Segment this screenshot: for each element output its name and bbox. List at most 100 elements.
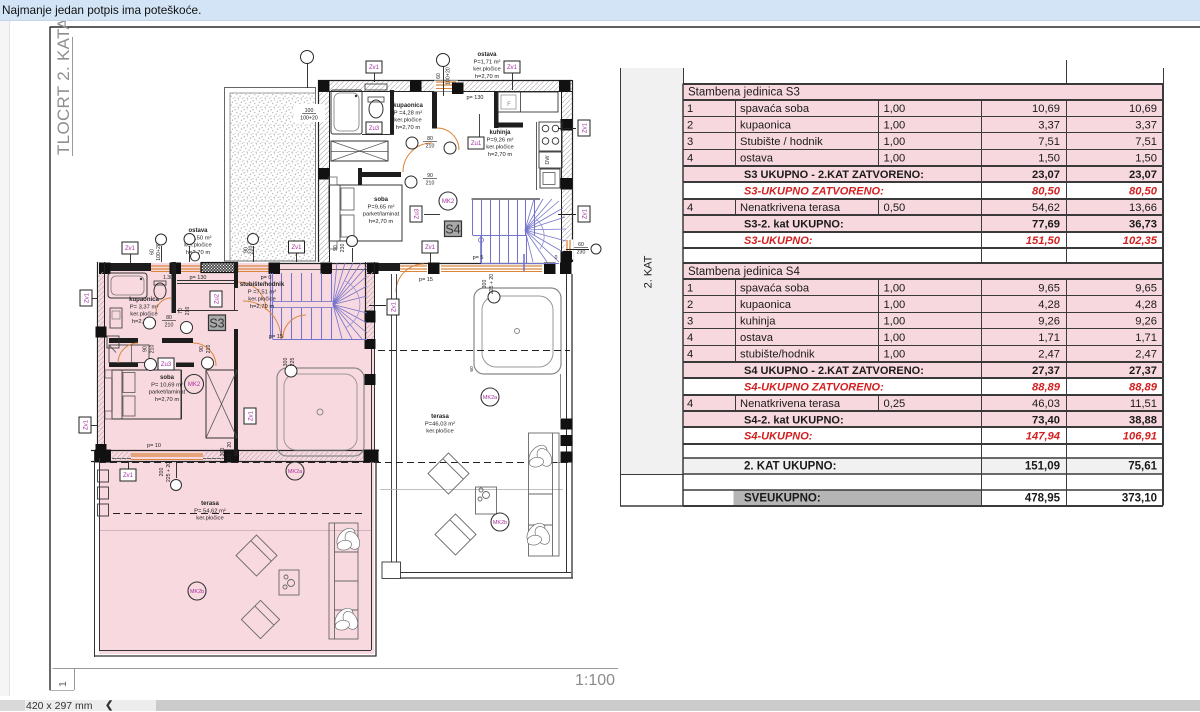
svg-text:h=2,70 m: h=2,70 m	[250, 304, 275, 310]
svg-text:Zv1: Zv1	[85, 292, 91, 303]
svg-text:27,37: 27,37	[1032, 365, 1060, 377]
svg-text:ker.pločice: ker.pločice	[248, 297, 275, 303]
svg-text:terasa: terasa	[201, 501, 219, 507]
svg-text:MK2b: MK2b	[493, 520, 507, 526]
svg-text:36,73: 36,73	[1129, 218, 1157, 230]
svg-text:77,69: 77,69	[1032, 218, 1060, 230]
svg-text:210: 210	[150, 345, 156, 354]
svg-text:p= 10: p= 10	[147, 443, 161, 449]
svg-text:p= 0: p= 0	[261, 275, 272, 281]
svg-text:1,00: 1,00	[884, 299, 906, 311]
svg-text:ker.pločice: ker.pločice	[130, 312, 157, 318]
svg-text:9,65: 9,65	[1038, 283, 1060, 295]
svg-text:80,50: 80,50	[1129, 185, 1158, 197]
svg-text:h=2,70 m: h=2,70 m	[396, 125, 421, 131]
svg-text:1,00: 1,00	[884, 283, 906, 295]
svg-text:23,07: 23,07	[1129, 169, 1157, 181]
svg-text:Zv1: Zv1	[583, 122, 589, 133]
svg-text:h=2,70 m: h=2,70 m	[155, 397, 180, 403]
svg-text:1,00: 1,00	[884, 136, 906, 148]
svg-text:4,28: 4,28	[1038, 299, 1060, 311]
svg-text:Zv1: Zv1	[583, 208, 589, 219]
svg-text:27,37: 27,37	[1129, 365, 1157, 377]
svg-text:75,61: 75,61	[1128, 461, 1157, 473]
svg-text:p= 5: p= 5	[473, 255, 484, 261]
svg-text:Zv1: Zv1	[369, 65, 380, 71]
svg-text:P= 54,62 m²: P= 54,62 m²	[194, 508, 226, 514]
svg-text:stubište/hodnik: stubište/hodnik	[740, 348, 815, 360]
svg-text:100+20: 100+20	[300, 116, 318, 122]
svg-text:ker.pločice: ker.pločice	[196, 516, 223, 522]
svg-text:300: 300	[482, 280, 488, 289]
svg-text:1: 1	[687, 283, 693, 295]
svg-text:0,25: 0,25	[884, 398, 906, 410]
svg-text:MK2: MK2	[188, 382, 201, 388]
svg-text:151,50: 151,50	[1026, 235, 1061, 247]
svg-text:1,71: 1,71	[1135, 332, 1157, 344]
svg-text:h=2,70 m: h=2,70 m	[475, 74, 500, 80]
svg-text:ker.pločice: ker.pločice	[426, 429, 453, 435]
svg-text:kupaonica: kupaonica	[740, 299, 792, 311]
svg-text:4: 4	[687, 348, 693, 360]
svg-text:2: 2	[687, 299, 693, 311]
svg-text:MK2b: MK2b	[190, 589, 204, 595]
svg-text:9,26: 9,26	[1038, 316, 1060, 328]
svg-text:90: 90	[427, 173, 433, 179]
svg-text:Zu3: Zu3	[415, 208, 421, 219]
svg-text:54,62: 54,62	[1032, 202, 1060, 214]
svg-text:ker.pločice: ker.pločice	[486, 145, 513, 151]
svg-text:200: 200	[159, 468, 165, 477]
svg-text:parket/laminat: parket/laminat	[363, 212, 400, 218]
svg-text:S3 UKUPNO - 2.KAT ZATVORENO:: S3 UKUPNO - 2.KAT ZATVORENO:	[744, 169, 924, 181]
svg-text:ostava: ostava	[188, 228, 208, 234]
svg-text:S3-UKUPNO ZATVORENO:: S3-UKUPNO ZATVORENO:	[744, 185, 884, 197]
svg-text:13,66: 13,66	[1129, 202, 1157, 214]
svg-text:p= 15: p= 15	[269, 334, 283, 340]
svg-text:210: 210	[206, 345, 212, 354]
svg-text:478,95: 478,95	[1025, 493, 1061, 505]
svg-text:P= 10,69 m²: P= 10,69 m²	[151, 382, 183, 388]
svg-text:soba: soba	[374, 197, 389, 203]
svg-text:80: 80	[427, 136, 433, 142]
svg-text:1,00: 1,00	[884, 120, 906, 132]
svg-text:DW: DW	[545, 155, 551, 165]
svg-text:46,03: 46,03	[1032, 398, 1060, 410]
svg-text:1,00: 1,00	[884, 153, 906, 165]
svg-text:MK2a: MK2a	[483, 395, 498, 401]
svg-text:10,69: 10,69	[1129, 103, 1157, 115]
svg-text:P=9,26 m²: P=9,26 m²	[487, 137, 514, 143]
svg-text:9,26: 9,26	[1135, 316, 1157, 328]
svg-text:P=46,03 m²: P=46,03 m²	[425, 421, 455, 427]
svg-text:90: 90	[199, 346, 205, 352]
svg-text:1,00: 1,00	[884, 348, 906, 360]
svg-text:1,50: 1,50	[1038, 153, 1060, 165]
svg-text:Nenatkrivena terasa: Nenatkrivena terasa	[740, 202, 841, 214]
svg-text:4,28: 4,28	[1135, 299, 1157, 311]
svg-text:230: 230	[577, 250, 586, 256]
svg-text:7,51: 7,51	[1135, 136, 1157, 148]
svg-text:1,50: 1,50	[1135, 153, 1157, 165]
svg-text:151,09: 151,09	[1025, 461, 1060, 473]
svg-text:terasa: terasa	[431, 414, 449, 420]
svg-text:kuhinja: kuhinja	[740, 316, 776, 328]
svg-text:147,94: 147,94	[1026, 431, 1061, 443]
svg-text:Zv1: Zv1	[123, 473, 134, 479]
svg-text:soba: soba	[160, 375, 175, 381]
svg-text:p= 130: p= 130	[190, 275, 207, 281]
svg-text:60: 60	[469, 366, 475, 372]
svg-text:Zv1: Zv1	[291, 245, 302, 251]
svg-text:TLOCRT 2. KATA: TLOCRT 2. KATA	[54, 18, 73, 155]
svg-text:300: 300	[220, 448, 226, 457]
svg-text:Zu1: Zu1	[471, 141, 482, 147]
svg-text:Zv1: Zv1	[125, 246, 136, 252]
svg-text:80,50: 80,50	[1032, 185, 1061, 197]
svg-text:Stubište / hodnik: Stubište / hodnik	[740, 136, 823, 148]
svg-text:Zu3: Zu3	[369, 126, 380, 132]
svg-text:2: 2	[687, 120, 693, 132]
svg-text:60: 60	[578, 242, 584, 248]
svg-text:spavaća soba: spavaća soba	[740, 103, 810, 115]
svg-text:3: 3	[687, 316, 693, 328]
svg-text:3,37: 3,37	[1135, 120, 1157, 132]
svg-text:P=9,65 m²: P=9,65 m²	[368, 204, 395, 210]
svg-text:h=2,70 m: h=2,70 m	[488, 152, 513, 158]
